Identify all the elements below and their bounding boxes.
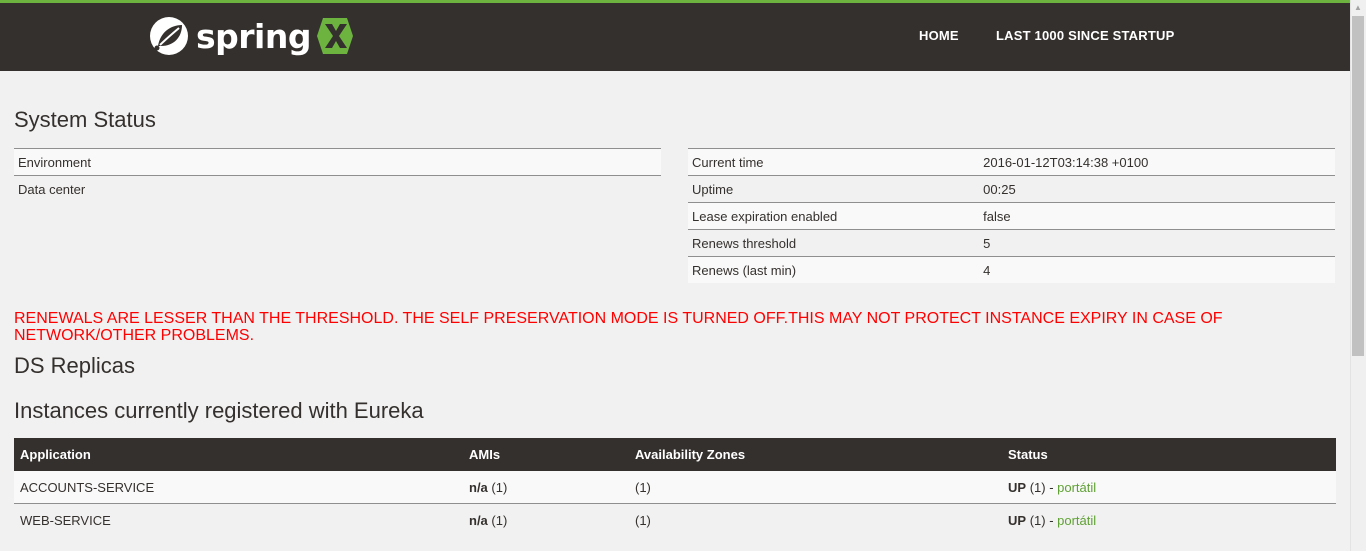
- amis-cell: n/a (1): [463, 503, 629, 536]
- column-header-amis: AMIs: [463, 438, 629, 471]
- amis-count: (1): [491, 512, 508, 528]
- column-header-status: Status: [1002, 438, 1336, 471]
- env-value: [337, 148, 661, 176]
- brand-name: spring: [196, 16, 311, 56]
- scrollbar-thumb[interactable]: [1352, 16, 1364, 356]
- environment-table: Environment Data center: [14, 148, 661, 202]
- status-cell: UP (1) - portátil: [1002, 471, 1336, 504]
- env-label: Environment: [14, 148, 338, 176]
- table-row: Renews (last min) 4: [688, 256, 1335, 283]
- uptime-label: Uptime: [688, 175, 980, 203]
- instances-table: Application AMIs Availability Zones Stat…: [14, 438, 1336, 536]
- table-row: Data center: [14, 175, 661, 202]
- system-status-title: System Status: [14, 107, 156, 132]
- instance-link[interactable]: portátil: [1057, 513, 1096, 528]
- self-preservation-warning: RENEWALS ARE LESSER THAN THE THRESHOLD. …: [14, 310, 1223, 344]
- current-time-label: Current time: [688, 148, 980, 176]
- nav-home-link[interactable]: HOME: [919, 28, 959, 43]
- navbar: spring HOME LAST 1000 SINCE STARTUP: [0, 3, 1350, 71]
- table-row: Renews threshold 5: [688, 229, 1335, 257]
- table-row: WEB-SERVICE n/a (1) (1) UP (1) - portáti…: [14, 503, 1336, 536]
- instance-link[interactable]: portátil: [1057, 480, 1096, 495]
- table-row: ACCOUNTS-SERVICE n/a (1) (1) UP (1) - po…: [14, 471, 1336, 504]
- availability-zones-cell: (1): [629, 471, 1002, 504]
- current-time-value: 2016-01-12T03:14:38 +0100: [979, 148, 1335, 176]
- availability-zones-cell: (1): [629, 503, 1002, 536]
- instances-title: Instances currently registered with Eure…: [14, 398, 424, 423]
- status-value: UP: [1008, 479, 1027, 495]
- column-header-availability-zones: Availability Zones: [629, 438, 1002, 471]
- nav-last-1000-link[interactable]: LAST 1000 SINCE STARTUP: [996, 28, 1174, 43]
- table-row: Environment: [14, 148, 661, 176]
- table-row: Uptime 00:25: [688, 175, 1335, 203]
- renews-threshold-value: 5: [979, 229, 1335, 257]
- spring-x-icon: [316, 18, 353, 54]
- spring-leaf-icon: [150, 17, 188, 55]
- column-header-application: Application: [14, 438, 463, 471]
- amis-value: n/a: [469, 479, 488, 495]
- renews-last-min-value: 4: [979, 256, 1335, 283]
- datacenter-label: Data center: [14, 175, 338, 202]
- amis-count: (1): [491, 479, 508, 495]
- brand-logo[interactable]: spring: [148, 14, 355, 58]
- application-name: WEB-SERVICE: [14, 503, 463, 536]
- status-info-table: Current time 2016-01-12T03:14:38 +0100 U…: [688, 148, 1335, 283]
- amis-value: n/a: [469, 512, 488, 528]
- renews-threshold-label: Renews threshold: [688, 229, 980, 257]
- status-cell: UP (1) - portátil: [1002, 503, 1336, 536]
- table-header-row: Application AMIs Availability Zones Stat…: [14, 438, 1336, 471]
- status-value: UP: [1008, 512, 1027, 528]
- table-row: Current time 2016-01-12T03:14:38 +0100: [688, 148, 1335, 176]
- uptime-value: 00:25: [979, 175, 1335, 203]
- application-name: ACCOUNTS-SERVICE: [14, 471, 463, 504]
- lease-expiration-label: Lease expiration enabled: [688, 202, 980, 230]
- lease-expiration-value: false: [979, 202, 1335, 230]
- datacenter-value: [337, 175, 661, 202]
- status-count: (1) -: [1029, 512, 1058, 528]
- table-row: Lease expiration enabled false: [688, 202, 1335, 230]
- status-count: (1) -: [1029, 479, 1058, 495]
- renews-last-min-label: Renews (last min): [688, 256, 980, 283]
- amis-cell: n/a (1): [463, 471, 629, 504]
- ds-replicas-title: DS Replicas: [14, 353, 136, 378]
- scroll-up-arrow-icon[interactable]: ▲: [1350, 0, 1366, 16]
